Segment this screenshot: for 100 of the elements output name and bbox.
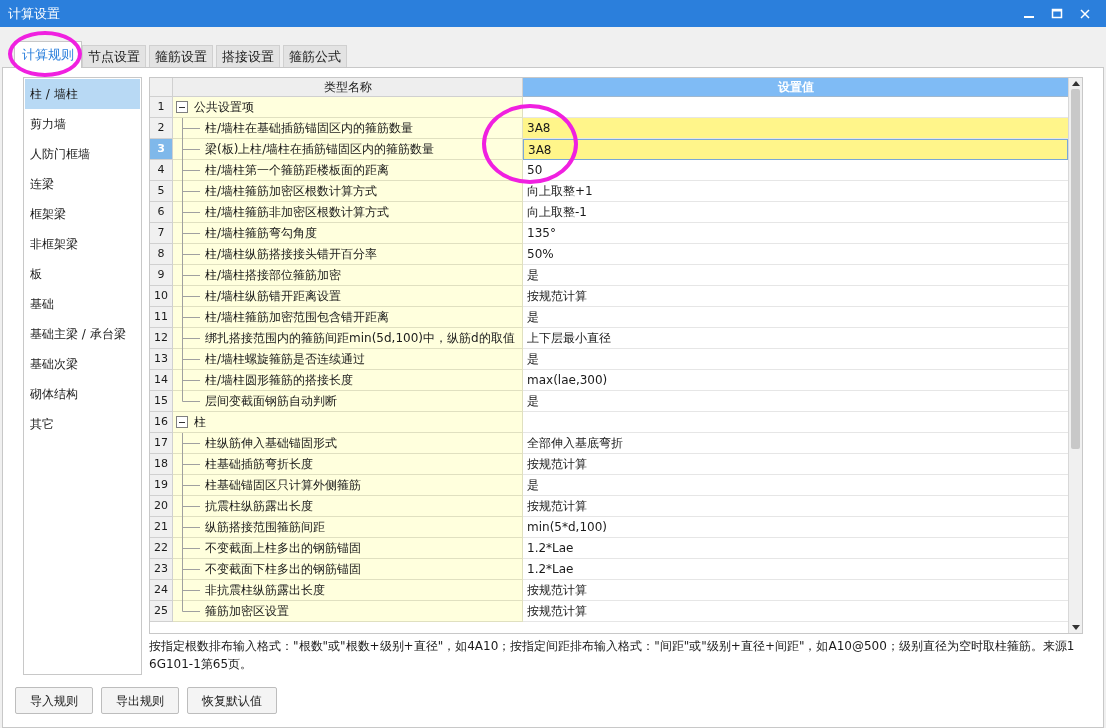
button[interactable]: 导入规则 [15, 687, 93, 714]
scrollbar-thumb[interactable] [1071, 89, 1080, 449]
tab[interactable]: 搭接设置 [216, 45, 280, 67]
button[interactable]: 导出规则 [101, 687, 179, 714]
setting-name: 柱/墙柱螺旋箍筋是否连续通过 [204, 351, 366, 368]
sidebar-item[interactable]: 基础 [25, 289, 140, 319]
setting-name: 柱/墙柱箍筋弯勾角度 [204, 225, 318, 242]
tree-line [182, 348, 200, 370]
tree-line [182, 537, 200, 559]
sidebar-item[interactable]: 板 [25, 259, 140, 289]
tree-line [182, 432, 200, 454]
tab[interactable]: 节点设置 [82, 45, 146, 67]
setting-name: 柱/墙柱箍筋加密范围包含错开距离 [204, 309, 390, 326]
sidebar-item[interactable]: 连梁 [25, 169, 140, 199]
row-number: 2 [150, 118, 173, 139]
row-number: 14 [150, 370, 173, 391]
row-number: 7 [150, 223, 173, 244]
row-number: 6 [150, 202, 173, 223]
maximize-icon[interactable] [1050, 6, 1064, 21]
setting-name: 绑扎搭接范围内的箍筋间距min(5d,100)中，纵筋d的取值 [204, 330, 515, 347]
setting-name: 柱/墙柱箍筋非加密区根数计算方式 [204, 204, 390, 221]
row-number: 19 [150, 475, 173, 496]
setting-name: 柱纵筋伸入基础锚固形式 [204, 435, 337, 452]
tree-line [182, 159, 200, 181]
row-number: 23 [150, 559, 173, 580]
tab[interactable]: 箍筋公式 [283, 45, 347, 67]
row-number: 5 [150, 181, 173, 202]
description-text: 按指定根数排布输入格式："根数"或"根数+级别+直径"，如4A10；按指定间距排布输入格式："间距"或"级别+直径+间距"，如A10@500；级别直径为空时取柱箍筋。来源16G101-1第65页。 [149, 638, 1076, 673]
tree-line [182, 117, 200, 139]
window-title: 计算设置 [8, 4, 60, 23]
sidebar-item[interactable]: 人防门框墙 [25, 139, 140, 169]
close-icon[interactable] [1078, 6, 1092, 21]
row-number: 1 [150, 97, 173, 118]
row-number: 12 [150, 328, 173, 349]
row-number: 21 [150, 517, 173, 538]
setting-name: 柱/墙柱搭接部位箍筋加密 [204, 267, 342, 284]
tree-line [182, 222, 200, 244]
sidebar-item[interactable]: 砌体结构 [25, 379, 140, 409]
tree-line [182, 327, 200, 349]
setting-name: 非抗震柱纵筋露出长度 [204, 582, 325, 599]
column-header: 设置值 [523, 78, 1068, 97]
tree-line [182, 558, 200, 580]
tree-line [182, 264, 200, 286]
tree-line [182, 516, 200, 538]
row-number: 15 [150, 391, 173, 412]
tree-line [182, 180, 200, 202]
tree-line [182, 474, 200, 496]
setting-name: 柱/墙柱在基础插筋锚固区内的箍筋数量 [204, 120, 414, 137]
value-cell[interactable]: 3A8 [523, 118, 1068, 139]
setting-name: 柱/墙柱纵筋搭接接头错开百分率 [204, 246, 378, 263]
sidebar-item[interactable]: 基础主梁 / 承台梁 [25, 319, 140, 349]
row-number: 4 [150, 160, 173, 181]
tree-line [182, 201, 200, 223]
tree-line [182, 243, 200, 265]
tree-line [182, 306, 200, 328]
tree-line [182, 285, 200, 307]
setting-name: 层间变截面钢筋自动判断 [204, 393, 337, 410]
row-number: 20 [150, 496, 173, 517]
row-number: 25 [150, 601, 173, 622]
setting-name: 柱/墙柱纵筋错开距离设置 [204, 288, 342, 305]
tab[interactable]: 箍筋设置 [149, 45, 213, 67]
row-number: 16 [150, 412, 173, 433]
row-number: 22 [150, 538, 173, 559]
row-number: 10 [150, 286, 173, 307]
setting-name: 梁(板)上柱/墙柱在插筋锚固区内的箍筋数量 [204, 141, 435, 158]
collapse-toggle[interactable] [176, 416, 188, 428]
setting-name: 不变截面上柱多出的钢筋锚固 [204, 540, 361, 557]
tree-line [182, 453, 200, 475]
setting-name: 抗震柱纵筋露出长度 [204, 498, 313, 515]
row-number: 18 [150, 454, 173, 475]
setting-name: 柱基础插筋弯折长度 [204, 456, 313, 473]
row-number: 9 [150, 265, 173, 286]
sidebar-item[interactable]: 剪力墙 [25, 109, 140, 139]
row-number: 3 [150, 139, 173, 160]
sidebar-item[interactable]: 柱 / 墙柱 [25, 79, 140, 109]
setting-name: 柱基础锚固区只计算外侧箍筋 [204, 477, 361, 494]
setting-name: 柱/墙柱箍筋加密区根数计算方式 [204, 183, 378, 200]
row-number: 11 [150, 307, 173, 328]
sidebar-item[interactable]: 基础次梁 [25, 349, 140, 379]
tab[interactable]: 计算规则 [14, 41, 82, 68]
column-header: 类型名称 [173, 78, 523, 97]
value-cell[interactable]: 全部伸入基底弯折 [523, 433, 1068, 454]
setting-name: 柱/墙柱第一个箍筋距楼板面的距离 [204, 162, 390, 179]
setting-name: 纵筋搭接范围箍筋间距 [204, 519, 325, 536]
row-number: 13 [150, 349, 173, 370]
button[interactable]: 恢复默认值 [187, 687, 277, 714]
setting-name: 箍筋加密区设置 [204, 603, 289, 620]
group-name: 公共设置项 [194, 99, 254, 116]
setting-name: 柱/墙柱圆形箍筋的搭接长度 [204, 372, 354, 389]
row-number: 8 [150, 244, 173, 265]
sidebar-item[interactable]: 非框架梁 [25, 229, 140, 259]
row-number: 24 [150, 580, 173, 601]
group-name: 柱 [194, 414, 206, 431]
value-cell[interactable]: 3A8 [523, 139, 1068, 160]
tree-line [182, 138, 200, 160]
collapse-toggle[interactable] [176, 101, 188, 113]
sidebar-item[interactable]: 框架梁 [25, 199, 140, 229]
row-number: 17 [150, 433, 173, 454]
sidebar-item[interactable]: 其它 [25, 409, 140, 439]
tree-line [182, 495, 200, 517]
